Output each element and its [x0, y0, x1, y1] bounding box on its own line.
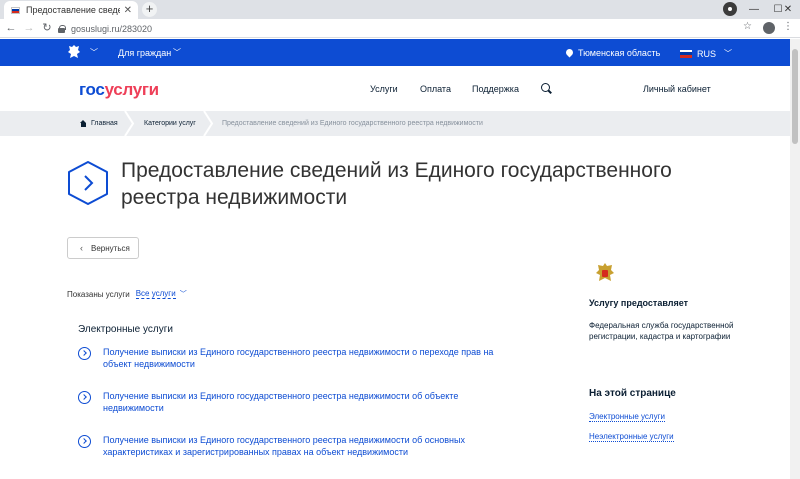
chevron-down-icon: ﹀ — [724, 49, 733, 58]
chevron-down-icon[interactable]: ﹀ — [173, 47, 181, 58]
browser-tab-bar: Предоставление сведений из Е ✕ + — ☐ ✕ — [0, 0, 800, 19]
browser-menu-icon[interactable]: ⋮ — [783, 21, 793, 32]
chevron-left-icon: ‹ — [80, 243, 83, 253]
arrow-circle-icon — [78, 391, 91, 404]
on-page-title: На этой странице — [589, 388, 676, 399]
filter-label: Показаны услуги — [67, 289, 130, 299]
nav-support[interactable]: Поддержка — [472, 84, 519, 94]
breadcrumb-home[interactable]: Главная — [80, 111, 118, 136]
profile-avatar-icon[interactable] — [763, 22, 775, 34]
personal-account-link[interactable]: Личный кабинет — [643, 84, 711, 94]
breadcrumb-separator-icon — [124, 111, 135, 136]
location-pin-icon — [566, 49, 573, 58]
logo-part-uslugi: услуги — [104, 80, 160, 99]
arrow-circle-icon — [78, 435, 91, 448]
new-tab-button[interactable]: + — [142, 2, 157, 17]
service-link-text[interactable]: Получение выписки из Единого государстве… — [103, 390, 518, 414]
scrollbar-thumb[interactable] — [792, 49, 798, 144]
service-link[interactable]: Получение выписки из Единого государстве… — [78, 434, 518, 458]
breadcrumb-home-label: Главная — [91, 120, 118, 127]
search-icon[interactable] — [541, 83, 550, 92]
services-filter: Показаны услуги Все услуги ﹀ — [67, 289, 187, 299]
back-button-label: Вернуться — [91, 243, 130, 253]
breadcrumb: Главная Категории услуг Предоставление с… — [0, 111, 790, 136]
russian-flag-favicon-icon — [11, 6, 20, 14]
chevron-down-icon[interactable]: ﹀ — [90, 47, 98, 58]
nav-services[interactable]: Услуги — [370, 84, 398, 94]
for-citizens-dropdown[interactable]: Для граждан — [118, 48, 171, 58]
home-icon — [80, 120, 87, 127]
nav-payment[interactable]: Оплата — [420, 84, 451, 94]
section-title-electronic: Электронные услуги — [78, 324, 173, 335]
tab-close-icon[interactable]: ✕ — [124, 5, 132, 16]
provider-name: Федеральная служба государственной регис… — [589, 321, 734, 341]
service-link[interactable]: Получение выписки из Единого государстве… — [78, 390, 518, 414]
language-selector[interactable]: RUS ﹀ — [680, 48, 732, 59]
lock-icon — [58, 24, 66, 33]
language-label: RUS — [697, 48, 717, 59]
breadcrumb-current: Предоставление сведений из Единого госуд… — [222, 120, 483, 127]
breadcrumb-categories[interactable]: Категории услуг — [144, 111, 196, 136]
region-selector[interactable]: Тюменская область — [566, 48, 660, 58]
back-arrow-icon[interactable]: ← — [4, 21, 18, 35]
on-page-link-electronic[interactable]: Электронные услуги — [589, 412, 665, 422]
on-page-link-non-electronic[interactable]: Неэлектронные услуги — [589, 432, 674, 442]
filter-select[interactable]: Все услуги — [135, 289, 176, 299]
region-label: Тюменская область — [578, 48, 661, 58]
site-header: госуслуги Услуги Оплата Поддержка Личный… — [0, 66, 790, 111]
back-button[interactable]: ‹ Вернуться — [67, 237, 139, 259]
browser-tab-title: Предоставление сведений из Е — [26, 5, 120, 15]
browser-tab[interactable]: Предоставление сведений из Е ✕ — [4, 1, 138, 19]
top-blue-bar: ﹀ Для граждан ﹀ Тюменская область RUS ﹀ — [0, 39, 790, 66]
url-text: gosuslugi.ru/283020 — [71, 23, 153, 34]
browser-address-bar: ← → ↻ gosuslugi.ru/283020 — [0, 19, 800, 38]
minimize-button[interactable]: — — [742, 0, 766, 19]
service-link[interactable]: Получение выписки из Единого государстве… — [78, 346, 518, 370]
rosreestr-emblem-icon — [596, 263, 614, 281]
page-title: Предоставление сведений из Единого госуд… — [121, 159, 672, 209]
breadcrumb-separator-icon — [203, 111, 214, 136]
service-link-text[interactable]: Получение выписки из Единого государстве… — [103, 346, 518, 370]
gosuslugi-logo[interactable]: госуслуги — [79, 80, 159, 100]
page-scrollbar[interactable] — [790, 39, 800, 479]
bookmark-star-icon[interactable]: ☆ — [743, 21, 752, 32]
url-field[interactable]: gosuslugi.ru/283020 — [58, 21, 758, 36]
window-close-button[interactable]: ✕ — [776, 0, 800, 19]
coat-of-arms-icon[interactable] — [66, 44, 82, 61]
service-hexagon-icon — [68, 161, 108, 205]
reload-icon[interactable]: ↻ — [40, 21, 54, 35]
arrow-circle-icon — [78, 347, 91, 360]
logo-part-gos: гос — [79, 80, 105, 99]
provider-title: Услугу предоставляет — [589, 298, 689, 308]
service-link-text[interactable]: Получение выписки из Единого государстве… — [103, 434, 518, 458]
chevron-down-icon[interactable]: ﹀ — [180, 289, 187, 299]
russian-flag-icon — [680, 49, 692, 58]
forward-arrow-icon[interactable]: → — [22, 21, 36, 35]
